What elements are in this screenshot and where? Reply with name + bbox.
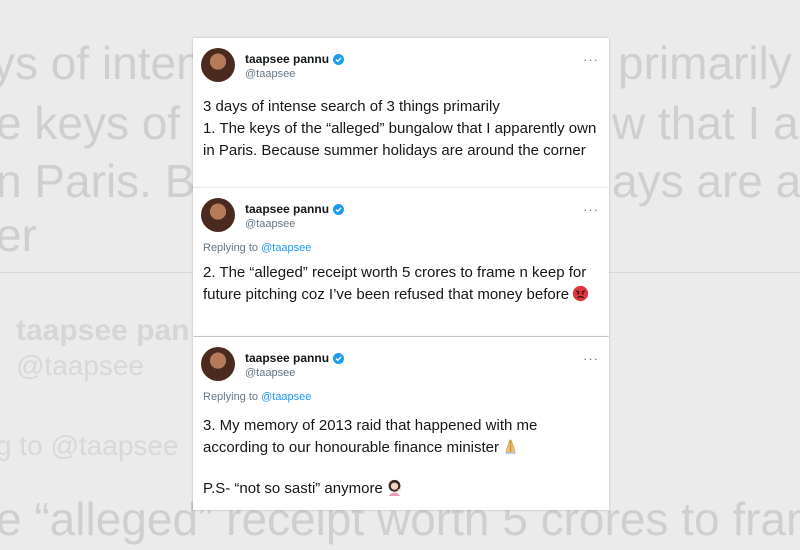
tweet-text: 3 days of intense search of 3 things pri… <box>203 96 599 162</box>
angry-face-emoji-icon <box>572 285 589 302</box>
replying-to-label: Replying to <box>203 242 262 254</box>
avatar[interactable] <box>201 347 235 381</box>
tweet-text-line: 3 days of intense search of 3 things pri… <box>203 98 500 115</box>
tweet-text-content: 3. My memory of 2013 raid that happened … <box>203 417 538 456</box>
replying-to: Replying to @taapsee <box>203 391 311 403</box>
verified-badge-icon <box>333 203 345 215</box>
tweet-text-line: 2. The “alleged” receipt worth 5 crores … <box>203 262 599 306</box>
replying-to-link[interactable]: @taapsee <box>261 242 311 254</box>
background-text-line: ays are ar <box>612 155 800 207</box>
display-name[interactable]: taapsee pannu <box>245 202 329 216</box>
woman-tipping-hand-emoji-icon <box>388 479 401 496</box>
user-handle[interactable]: @taapsee <box>245 218 295 230</box>
more-options-icon[interactable]: ··· <box>583 52 599 67</box>
verified-badge-icon <box>333 352 345 364</box>
folded-hands-emoji-icon <box>505 439 516 455</box>
background-text-line: ys of inten <box>0 37 202 89</box>
background-reply-line: g to @taapsee <box>0 430 179 461</box>
tweet-header: taapsee pannu @taapsee ··· <box>201 48 599 84</box>
display-name[interactable]: taapsee pannu <box>245 351 329 365</box>
tweet-text-line: P.S- “not so sasti” anymore <box>203 478 599 500</box>
more-options-icon[interactable]: ··· <box>583 351 599 366</box>
background-text-line: er <box>0 209 37 261</box>
background-text-line: primarily <box>618 37 792 89</box>
replying-to: Replying to @taapsee <box>203 242 311 254</box>
name-row: taapsee pannu <box>245 52 345 66</box>
user-handle[interactable]: @taapsee <box>245 367 295 379</box>
tweet-text-line: 1. The keys of the “alleged” bungalow th… <box>203 120 597 159</box>
tweet-header: taapsee pannu @taapsee ··· <box>201 347 599 383</box>
background-text-line: w that I ap <box>612 97 800 149</box>
replying-to-label: Replying to <box>203 391 262 403</box>
user-handle[interactable]: @taapsee <box>245 68 295 80</box>
background-text-line: n Paris. Be <box>0 155 221 207</box>
tweet-text-content: P.S- “not so sasti” anymore <box>203 480 383 497</box>
background-handle: @taapsee <box>16 350 145 381</box>
avatar[interactable] <box>201 48 235 82</box>
tweet-card[interactable]: taapsee pannu @taapsee ··· Replying to @… <box>193 337 609 510</box>
name-row: taapsee pannu <box>245 351 345 365</box>
tweet-header: taapsee pannu @taapsee ··· <box>201 198 599 234</box>
tweet-text-line: 3. My memory of 2013 raid that happened … <box>203 415 599 459</box>
tweet-text: 3. My memory of 2013 raid that happened … <box>203 415 599 500</box>
tweet-card[interactable]: taapsee pannu @taapsee ··· 3 days of int… <box>193 38 609 188</box>
more-options-icon[interactable]: ··· <box>583 202 599 217</box>
verified-badge-icon <box>333 53 345 65</box>
avatar[interactable] <box>201 198 235 232</box>
tweet-text: 2. The “alleged” receipt worth 5 crores … <box>203 262 599 306</box>
name-row: taapsee pannu <box>245 202 345 216</box>
display-name[interactable]: taapsee pannu <box>245 52 329 66</box>
tweet-card[interactable]: taapsee pannu @taapsee ··· Replying to @… <box>193 188 609 336</box>
background-text-line: e keys of t <box>0 97 206 149</box>
background-display-name: taapsee pan <box>16 314 190 347</box>
replying-to-link[interactable]: @taapsee <box>261 391 311 403</box>
tweet-text-content: 2. The “alleged” receipt worth 5 crores … <box>203 264 587 303</box>
